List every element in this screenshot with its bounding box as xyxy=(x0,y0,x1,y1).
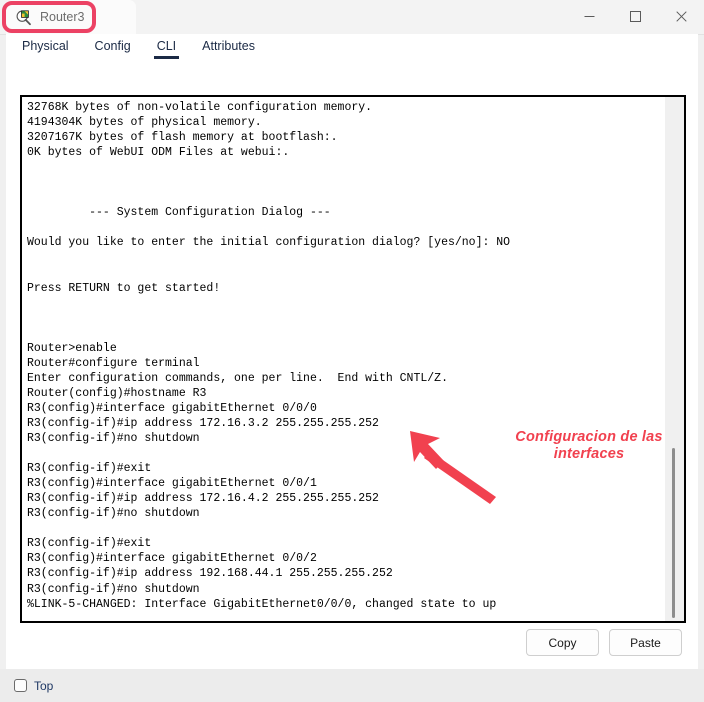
tab-bar: Physical Config CLI Attributes xyxy=(6,34,698,64)
maximize-button[interactable] xyxy=(612,0,658,32)
bottom-bar: Top xyxy=(0,669,704,702)
terminal-output[interactable]: 32768K bytes of non-volatile configurati… xyxy=(22,97,665,621)
clipboard-button-row: Copy Paste xyxy=(526,629,682,656)
terminal-frame: 32768K bytes of non-volatile configurati… xyxy=(20,95,686,623)
router-cli-window: Router3 Physical Config CLI Attributes 3… xyxy=(0,0,704,702)
window-title: Router3 xyxy=(40,10,85,24)
packet-tracer-magnifier-icon xyxy=(16,9,33,26)
tab-cli[interactable]: CLI xyxy=(153,34,180,59)
terminal-scrollbar[interactable] xyxy=(665,97,684,621)
terminal-text: 32768K bytes of non-volatile configurati… xyxy=(27,101,511,611)
window-tab[interactable]: Router3 xyxy=(6,0,136,34)
paste-button[interactable]: Paste xyxy=(609,629,682,656)
copy-button[interactable]: Copy xyxy=(526,629,599,656)
tab-attributes[interactable]: Attributes xyxy=(202,34,255,57)
terminal-scrollbar-thumb[interactable] xyxy=(672,448,675,618)
tab-physical[interactable]: Physical xyxy=(22,34,69,57)
minimize-button[interactable] xyxy=(566,0,612,32)
title-bar: Router3 xyxy=(0,0,704,35)
top-checkbox-label: Top xyxy=(34,678,54,693)
top-checkbox[interactable] xyxy=(14,679,27,692)
content-panel: Physical Config CLI Attributes IOS Comma… xyxy=(6,34,698,669)
tab-config[interactable]: Config xyxy=(95,34,131,57)
close-button[interactable] xyxy=(658,0,704,32)
